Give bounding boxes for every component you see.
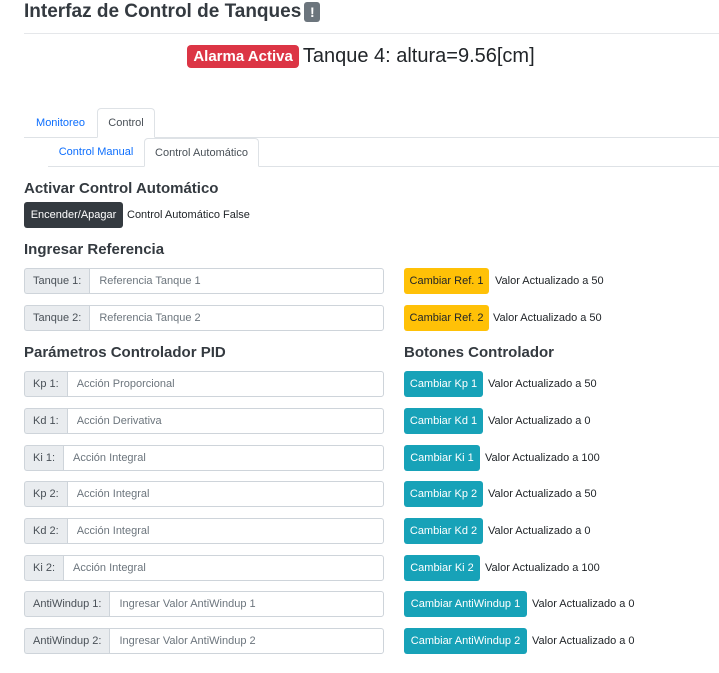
kp2-label: Kp 2: (24, 481, 67, 507)
kp1-value: Valor Actualizado a 50 (488, 378, 597, 390)
antiwindup2-label: AntiWindup 2: (24, 628, 110, 654)
ki2-label: Ki 2: (24, 555, 64, 581)
ki1-input[interactable] (63, 445, 384, 471)
header: Interfaz de Control de Tanques ! (24, 0, 719, 34)
auto-control-status: Control Automático False (127, 209, 250, 221)
tank-height-text: Tanque 4: altura=9.56[cm] (302, 45, 535, 67)
change-antiwindup1-button[interactable]: Cambiar AntiWindup 1 (404, 591, 527, 617)
kp2-input[interactable] (66, 481, 384, 507)
main-tabs: Monitoreo Control (24, 108, 719, 138)
antiwindup1-value: Valor Actualizado a 0 (532, 598, 635, 610)
pid-row: AntiWindup 2: (24, 628, 384, 654)
auto-control-heading: Activar Control Automático (24, 180, 219, 197)
kd1-value: Valor Actualizado a 0 (488, 415, 591, 427)
reference-2-input[interactable] (89, 305, 384, 331)
tab-control-manual[interactable]: Control Manual (48, 138, 144, 166)
change-ki2-button[interactable]: Cambiar Ki 2 (404, 555, 480, 581)
change-kd2-button[interactable]: Cambiar Kd 2 (404, 518, 483, 544)
pid-row: Kd 2: (24, 518, 384, 544)
kp1-label: Kp 1: (24, 371, 67, 397)
reference-1-input[interactable] (89, 268, 384, 294)
ki1-label: Ki 1: (24, 445, 64, 471)
kd2-label: Kd 2: (24, 518, 67, 544)
toggle-auto-button[interactable]: Encender/Apagar (24, 202, 123, 228)
kd1-label: Kd 1: (24, 408, 67, 434)
tab-control-automatico[interactable]: Control Automático (144, 138, 259, 167)
kd2-input[interactable] (66, 518, 384, 544)
reference-1-label: Tanque 1: (24, 268, 90, 294)
change-ref-1-button[interactable]: Cambiar Ref. 1 (404, 268, 489, 294)
reference-2-label: Tanque 2: (24, 305, 90, 331)
ki1-value: Valor Actualizado a 100 (485, 452, 600, 464)
alarm-badge: Alarma Activa (187, 45, 299, 68)
pid-row: Kd 1: (24, 408, 384, 434)
pid-row: Kp 2: (24, 481, 384, 507)
info-badge-icon[interactable]: ! (304, 2, 321, 22)
change-ref-2-button[interactable]: Cambiar Ref. 2 (404, 305, 489, 331)
antiwindup2-input[interactable] (109, 628, 384, 654)
pid-heading: Parámetros Controlador PID (24, 344, 226, 361)
reference-heading: Ingresar Referencia (24, 241, 165, 258)
change-kd1-button[interactable]: Cambiar Kd 1 (404, 408, 483, 434)
reference-row-2: Tanque 2: (24, 305, 384, 331)
change-kp2-button[interactable]: Cambiar Kp 2 (404, 481, 483, 507)
change-kp1-button[interactable]: Cambiar Kp 1 (404, 371, 483, 397)
change-antiwindup2-button[interactable]: Cambiar AntiWindup 2 (404, 628, 527, 654)
kd1-input[interactable] (66, 408, 384, 434)
page-title-text: Interfaz de Control de Tanques (24, 1, 302, 22)
tab-control[interactable]: Control (97, 108, 155, 138)
ref-1-value: Valor Actualizado a 50 (495, 275, 604, 287)
antiwindup1-label: AntiWindup 1: (24, 591, 110, 617)
antiwindup1-input[interactable] (109, 591, 384, 617)
pid-row: Ki 1: (24, 445, 384, 471)
kp1-input[interactable] (66, 371, 384, 397)
pid-row: AntiWindup 1: (24, 591, 384, 617)
antiwindup2-value: Valor Actualizado a 0 (532, 635, 635, 647)
pid-row: Ki 2: (24, 555, 384, 581)
tank-status: Alarma Activa Tanque 4: altura=9.56[cm] (0, 45, 719, 75)
tab-monitoreo[interactable]: Monitoreo (24, 108, 97, 137)
ki2-value: Valor Actualizado a 100 (485, 562, 600, 574)
pid-row: Kp 1: (24, 371, 384, 397)
page-title: Interfaz de Control de Tanques ! (24, 1, 321, 23)
kd2-value: Valor Actualizado a 0 (488, 525, 591, 537)
ref-2-value: Valor Actualizado a 50 (493, 312, 602, 324)
controller-buttons-heading: Botones Controlador (404, 344, 554, 361)
kp2-value: Valor Actualizado a 50 (488, 488, 597, 500)
control-sub-tabs: Control Manual Control Automático (48, 138, 719, 167)
reference-row-1: Tanque 1: (24, 268, 384, 294)
ki2-input[interactable] (63, 555, 384, 581)
change-ki1-button[interactable]: Cambiar Ki 1 (404, 445, 480, 471)
